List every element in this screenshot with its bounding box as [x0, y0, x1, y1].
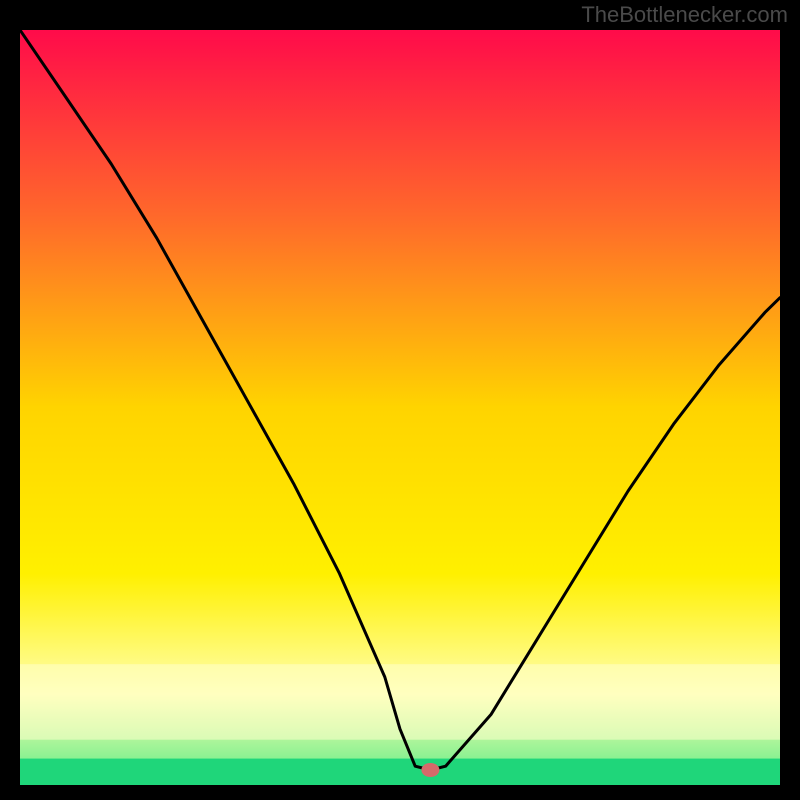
watermark-text: TheBottlenecker.com: [581, 2, 788, 28]
green-strip: [20, 759, 780, 785]
plot-svg: [20, 30, 780, 785]
chart-container: TheBottlenecker.com: [0, 0, 800, 800]
marker-dot: [421, 763, 439, 777]
plot-area: [20, 30, 780, 785]
